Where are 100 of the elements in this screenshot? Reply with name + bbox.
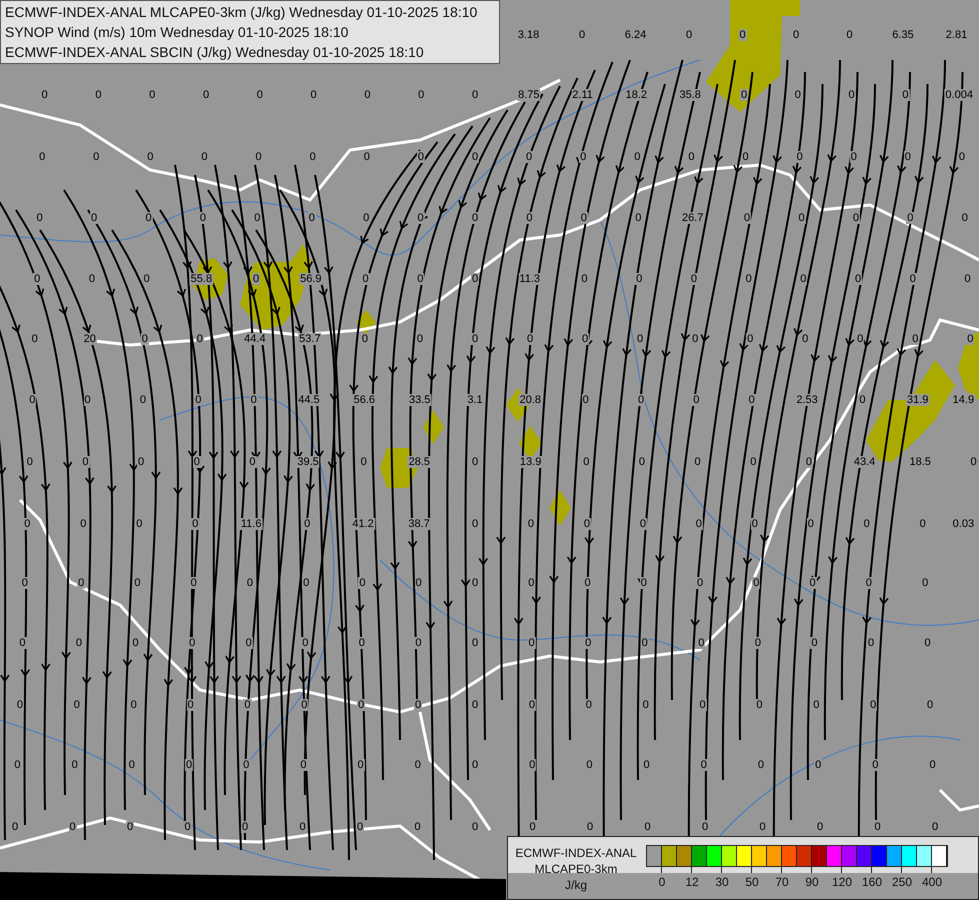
grid-value: 20.8 — [518, 394, 542, 406]
grid-value: 0 — [146, 151, 154, 163]
grid-value: 0 — [30, 333, 39, 345]
grid-value: 0 — [308, 212, 316, 224]
grid-value: 0 — [81, 456, 90, 468]
grid-value: 0 — [638, 456, 646, 468]
grid-value: 0 — [135, 518, 144, 530]
grid-value: 0 — [858, 394, 866, 406]
grid-value: 0 — [184, 759, 194, 771]
grid-value: 0 — [743, 212, 752, 224]
grid-value: 0 — [633, 151, 642, 163]
grid-value: 0 — [930, 821, 940, 833]
grid-value: 0 — [72, 699, 81, 711]
grid-value: 0 — [750, 518, 759, 530]
grid-value: 0 — [20, 577, 29, 589]
grid-value: 0 — [137, 456, 146, 468]
grid-value: 0 — [244, 637, 253, 649]
grid-value: 0 — [254, 151, 263, 163]
tick-label: 70 — [775, 875, 789, 889]
grid-value: 0.03 — [952, 518, 976, 530]
grid-value: 0 — [906, 212, 914, 224]
grid-value: 0 — [94, 89, 102, 101]
grid-value: 0 — [794, 89, 802, 101]
grid-value: 0 — [33, 273, 42, 285]
grid-value: 0 — [694, 456, 702, 468]
grid-value: 0 — [148, 89, 156, 101]
grid-value: 0 — [642, 699, 650, 711]
grid-value: 0 — [358, 577, 367, 589]
grid-value: 0 — [921, 577, 930, 589]
grid-value: 20 — [82, 333, 97, 345]
grid-value: 0 — [578, 29, 586, 41]
grid-value: 0 — [806, 518, 815, 530]
grid-value: 6.35 — [891, 29, 915, 41]
grid-value: 0 — [869, 699, 878, 711]
grid-value: 11.6 — [240, 518, 262, 530]
grid-value: 0 — [416, 273, 424, 285]
grid-value: 0 — [700, 759, 708, 771]
grid-value: 0 — [92, 151, 100, 163]
grid-value: 0 — [26, 456, 34, 468]
grid-value: 0 — [642, 759, 651, 771]
grid-value: 0 — [416, 151, 425, 163]
grid-value: 0 — [40, 89, 49, 101]
grid-value: 0 — [38, 151, 46, 163]
grid-value: 0 — [816, 821, 824, 833]
grid-value: 0 — [198, 212, 207, 224]
grid-value: 0 — [585, 759, 594, 771]
grid-value: 0 — [746, 333, 754, 345]
grid-value: 0 — [18, 637, 26, 649]
tick-label: 160 — [862, 875, 882, 889]
grid-value: 0 — [636, 333, 644, 345]
grid-value: 0 — [470, 273, 480, 285]
legend-title: ECMWF-INDEX-ANAL — [515, 845, 637, 861]
tick-label: 250 — [892, 875, 912, 889]
grid-value: 6.24 — [624, 29, 648, 41]
grid-value: 0 — [360, 456, 368, 468]
grid-value: 0 — [812, 699, 820, 711]
grid-value: 0 — [640, 577, 648, 589]
grid-value: 0 — [246, 577, 254, 589]
grid-value: 0 — [202, 89, 210, 101]
grid-value: 0 — [636, 394, 646, 406]
grid-value: 0 — [871, 759, 880, 771]
grid-value: 0 — [691, 333, 700, 345]
tick-label: 90 — [805, 875, 819, 889]
grid-value: 0 — [414, 759, 422, 771]
grid-value: 0 — [142, 273, 151, 285]
grid-value: 0 — [580, 212, 588, 224]
grid-value: 0 — [130, 699, 138, 711]
grid-value: 0 — [525, 212, 534, 224]
grid-value: 0 — [36, 212, 44, 224]
grid-value: 0 — [88, 273, 96, 285]
grid-value: 0 — [848, 89, 856, 101]
grid-value: 0 — [749, 456, 758, 468]
tick-label: 50 — [745, 875, 759, 889]
grid-value: 0 — [363, 89, 372, 101]
grid-value: 0 — [700, 821, 710, 833]
grid-value: 0 — [74, 637, 84, 649]
grid-value: 0 — [470, 637, 480, 649]
grid-value: 0 — [302, 577, 310, 589]
grid-value: 0 — [582, 518, 591, 530]
grid-value: 0 — [684, 29, 694, 41]
map-title-line: SYNOP Wind (m/s) 10m Wednesday 01-10-2025 18:10 — [5, 23, 350, 41]
grid-value: 35.8 — [678, 89, 702, 101]
grid-value: 18.5 — [908, 456, 932, 468]
grid-value: 0 — [856, 333, 864, 345]
grid-value: 38.7 — [407, 518, 431, 530]
grid-value: 0 — [744, 273, 753, 285]
grid-value: 0 — [692, 394, 700, 406]
legend-title: J/kg — [564, 877, 587, 893]
grid-value: 0 — [470, 821, 480, 833]
grid-value: 0 — [70, 759, 79, 771]
grid-value: 0 — [810, 637, 818, 649]
grid-value: 0 — [470, 456, 480, 468]
grid-value: 0 — [796, 151, 804, 163]
grid-value: 0 — [188, 637, 196, 649]
grid-value: 0 — [310, 89, 318, 101]
grid-value: 0 — [581, 333, 590, 345]
grid-value: 0 — [582, 394, 590, 406]
tick-label: 30 — [715, 875, 729, 889]
grid-value: 18.2 — [624, 89, 648, 101]
grid-value: 0 — [801, 333, 810, 345]
